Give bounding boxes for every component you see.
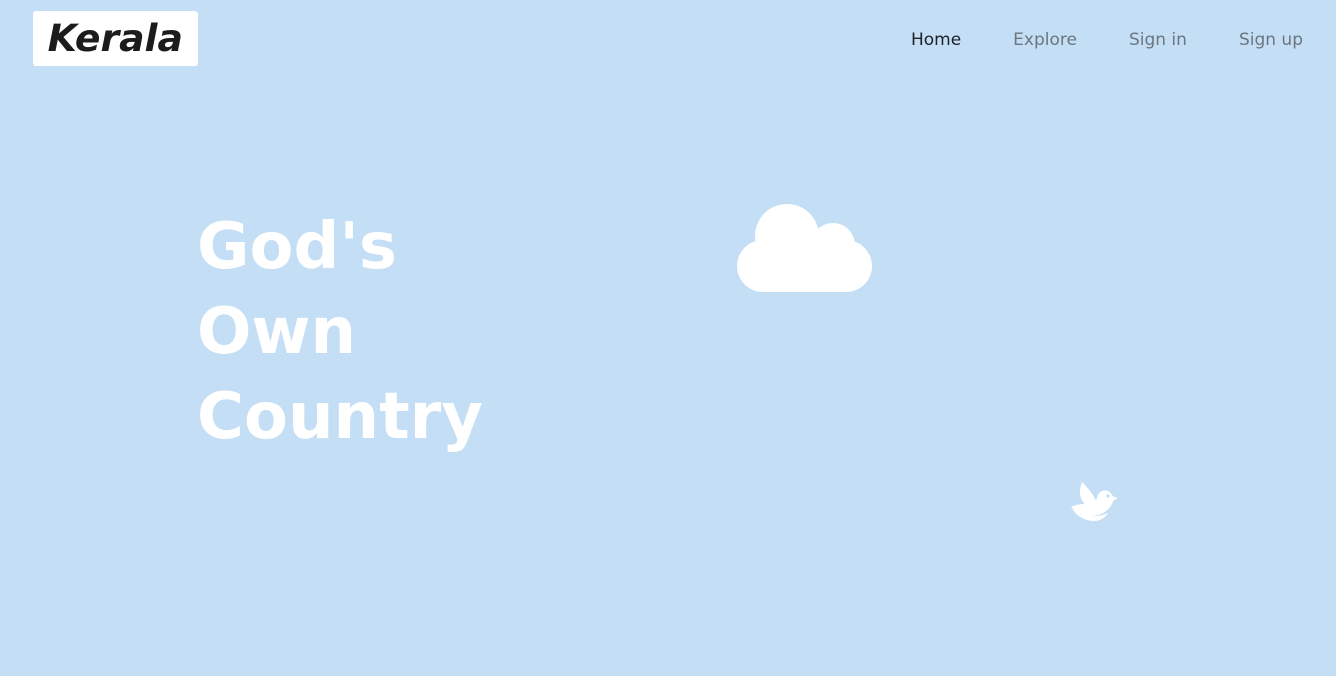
nav-explore[interactable]: Explore — [1013, 27, 1077, 53]
hero-line-3: Country — [197, 380, 483, 454]
logo-link[interactable]: Kerala — [33, 11, 198, 66]
logo-text: Kerala — [47, 17, 184, 60]
hero-title: God's Own Country — [197, 205, 483, 460]
hero-line-2: Own — [197, 295, 357, 369]
nav-home[interactable]: Home — [911, 27, 961, 53]
nav-sign-up[interactable]: Sign up — [1239, 27, 1303, 53]
bird-icon — [1071, 482, 1118, 521]
hero-line-1: God's — [197, 210, 397, 284]
cloud-icon — [737, 204, 872, 292]
nav-sign-in[interactable]: Sign in — [1129, 27, 1187, 53]
page: Kerala Home Explore Sign in Sign up God'… — [0, 0, 1336, 676]
main-nav: Home Explore Sign in Sign up — [911, 27, 1303, 53]
